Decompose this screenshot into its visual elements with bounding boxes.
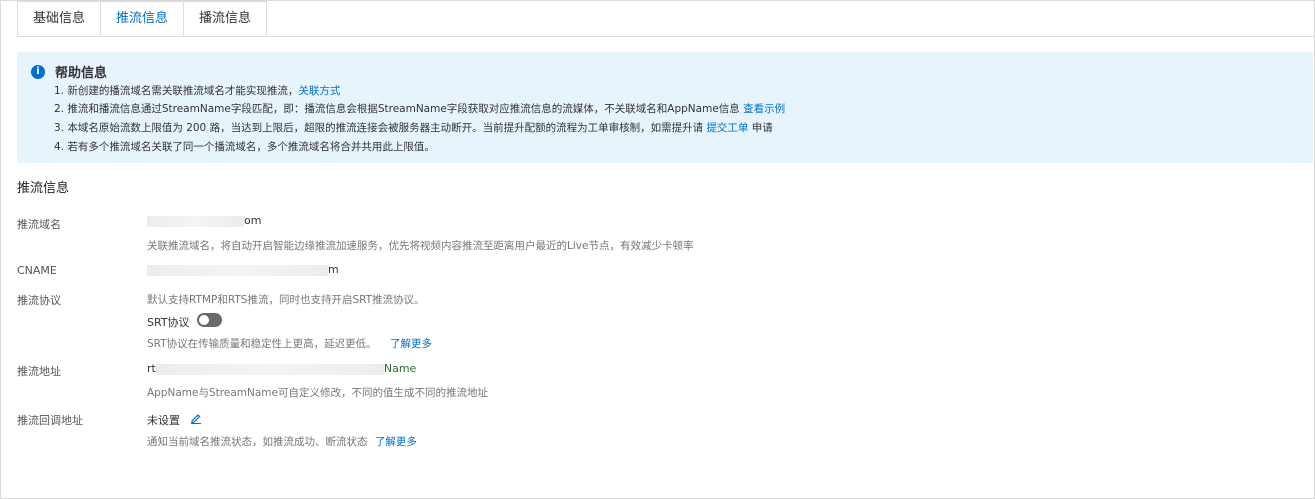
toggle-knob xyxy=(199,315,209,325)
address-label: 推流地址 xyxy=(17,365,61,378)
domain-label: 推流域名 xyxy=(17,218,61,231)
tab-divider xyxy=(17,36,1315,37)
tab-bar: 基础信息 推流信息 播流信息 xyxy=(17,1,268,37)
callback-label: 推流回调地址 xyxy=(17,414,83,427)
info-icon: i xyxy=(31,65,45,79)
tab-play-info[interactable]: 播流信息 xyxy=(183,1,268,37)
address-desc: AppName与StreamName可自定义修改，不同的值生成不同的推流地址 xyxy=(147,387,488,399)
help-line-3: 3. 本域名原始流数上限值为 200 路，当达到上限后，超限的推流连接会被服务器… xyxy=(54,122,773,134)
cname-label: CNAME xyxy=(17,264,57,277)
link-view-example[interactable]: 查看示例 xyxy=(743,103,785,115)
link-submit-ticket[interactable]: 提交工单 xyxy=(706,122,748,134)
help-line-2: 2. 推流和播流信息通过StreamName字段匹配，即：播流信息会根据Stre… xyxy=(54,103,786,115)
callback-value: 未设置 xyxy=(147,414,180,427)
srt-learn-more-link[interactable]: 了解更多 xyxy=(390,338,432,350)
srt-toggle[interactable] xyxy=(197,313,222,327)
help-box: i 帮助信息 1. 新创建的播流域名需关联推流域名才能实现推流，关联方式 2. … xyxy=(17,52,1313,163)
srt-label: SRT协议 xyxy=(147,316,190,329)
redacted-address xyxy=(155,363,384,375)
tab-basic-info[interactable]: 基础信息 xyxy=(17,1,102,37)
redacted-domain xyxy=(147,215,244,227)
domain-value: om xyxy=(147,214,261,227)
protocol-desc: 默认支持RTMP和RTS推流，同时也支持开启SRT推流协议。 xyxy=(147,294,425,306)
help-line-4: 4. 若有多个推流域名关联了同一个播流域名，多个推流域名将合并共用此上限值。 xyxy=(54,141,435,153)
edit-icon[interactable] xyxy=(190,412,202,424)
callback-desc: 通知当前域名推流状态，如推流成功、断流状态 了解更多 xyxy=(147,436,417,448)
domain-desc: 关联推流域名，将自动开启智能边缘推流加速服务，优先将视频内容推流至距离用户最近的… xyxy=(147,240,694,252)
address-value: rt Name xyxy=(147,362,417,375)
callback-learn-more-link[interactable]: 了解更多 xyxy=(375,436,417,448)
section-title: 推流信息 xyxy=(17,181,70,196)
redacted-cname xyxy=(147,264,328,276)
help-line-1: 1. 新创建的播流域名需关联推流域名才能实现推流，关联方式 xyxy=(54,85,341,97)
link-association-method[interactable]: 关联方式 xyxy=(298,85,340,97)
protocol-label: 推流协议 xyxy=(17,294,61,307)
help-title: 帮助信息 xyxy=(55,66,108,81)
srt-desc: SRT协议在传输质量和稳定性上更高，延迟更低。 了解更多 xyxy=(147,338,432,350)
tab-push-info[interactable]: 推流信息 xyxy=(100,1,185,37)
cname-value: m xyxy=(147,263,339,276)
